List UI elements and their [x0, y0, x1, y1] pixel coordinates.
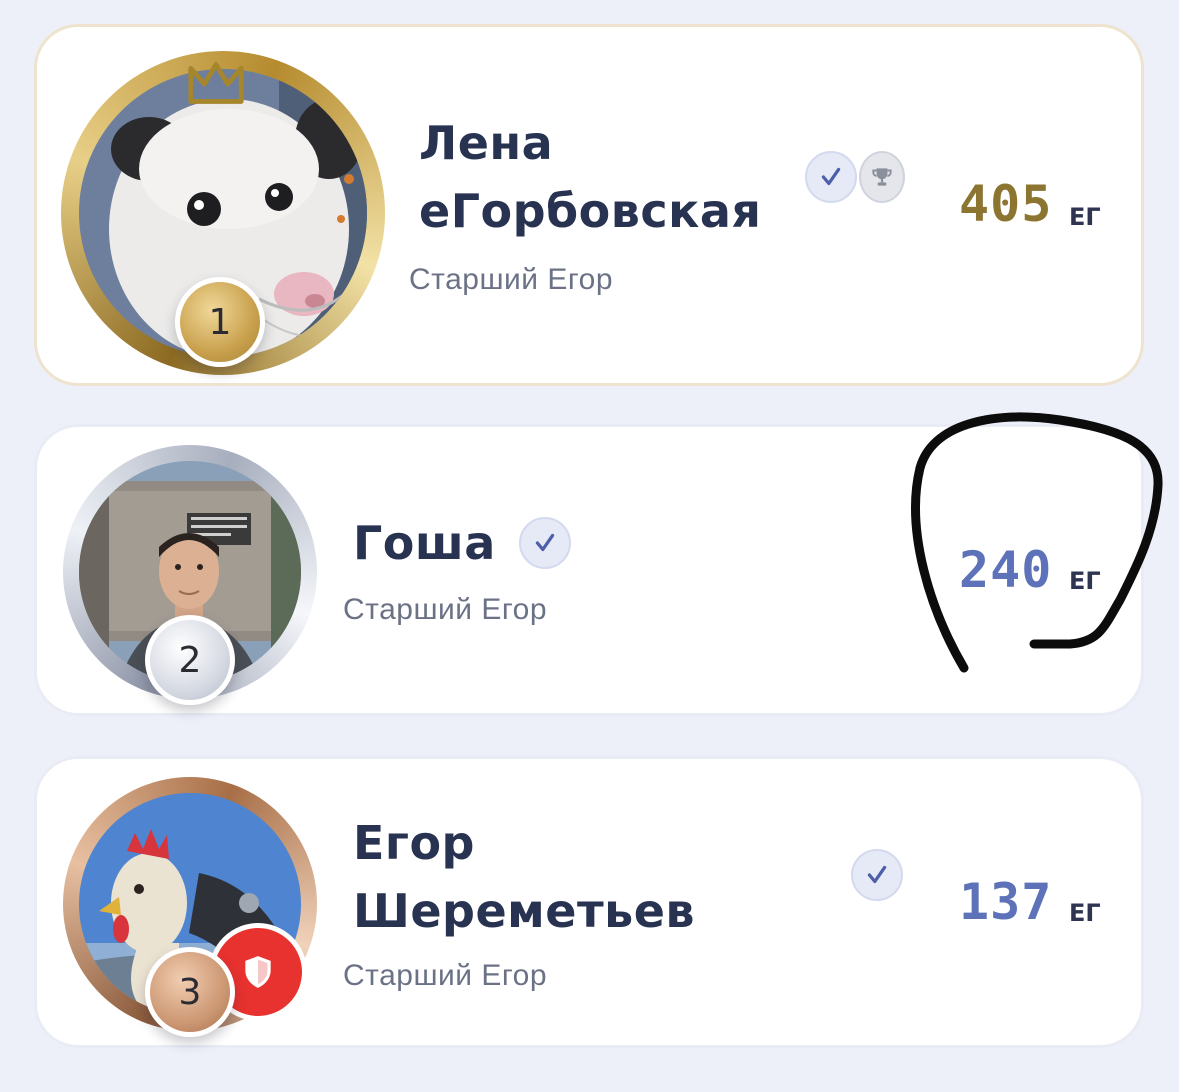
player-name-line1: Гоша: [353, 516, 496, 570]
player-name[interactable]: Лена еГорбовская: [419, 109, 761, 245]
player-role: Старший Егор: [409, 263, 614, 296]
player-name-line1: Егор: [353, 816, 475, 870]
place-badge-3: 3: [145, 947, 235, 1037]
place-number: 2: [178, 639, 202, 681]
player-name[interactable]: Гоша: [353, 509, 496, 577]
leaderboard-card-1[interactable]: 1 Лена еГорбовская Старший Егор 405 ЕГ: [34, 24, 1144, 386]
crown-icon: [188, 62, 244, 104]
player-score: 137: [959, 873, 1053, 931]
verified-badge: [851, 849, 903, 901]
place-number: 1: [208, 301, 232, 343]
verified-badge: [805, 151, 857, 203]
checkmark-icon: [535, 533, 555, 552]
place-badge-2: 2: [145, 615, 235, 705]
place-number: 3: [178, 971, 202, 1013]
player-role: Старший Егор: [343, 593, 548, 626]
shield-icon: [245, 956, 271, 988]
player-score: 405: [959, 175, 1053, 233]
place-badge-1: 1: [175, 277, 265, 367]
checkmark-icon: [821, 167, 841, 186]
player-name-line2: еГорбовская: [419, 184, 762, 238]
player-name-line1: Лена: [419, 116, 554, 170]
leaderboard-card-2[interactable]: 2 Гоша Старший Егор 240 ЕГ: [34, 424, 1144, 716]
player-name-line2: Шереметьев: [353, 884, 696, 938]
trophy-icon: [872, 168, 892, 186]
leaderboard-list: 1 Лена еГорбовская Старший Егор 405 ЕГ 2…: [0, 0, 1179, 1092]
score-unit: ЕГ: [1069, 203, 1101, 231]
trophy-badge: [859, 151, 905, 203]
verified-badge: [519, 517, 571, 569]
player-role: Старший Егор: [343, 959, 548, 992]
leaderboard-card-3[interactable]: 3 Егор Шереметьев Старший Егор 137 ЕГ: [34, 756, 1144, 1048]
player-name[interactable]: Егор Шереметьев: [353, 809, 695, 945]
checkmark-icon: [867, 865, 887, 884]
score-unit: ЕГ: [1069, 567, 1101, 595]
score-unit: ЕГ: [1069, 899, 1101, 927]
player-score: 240: [959, 541, 1053, 599]
